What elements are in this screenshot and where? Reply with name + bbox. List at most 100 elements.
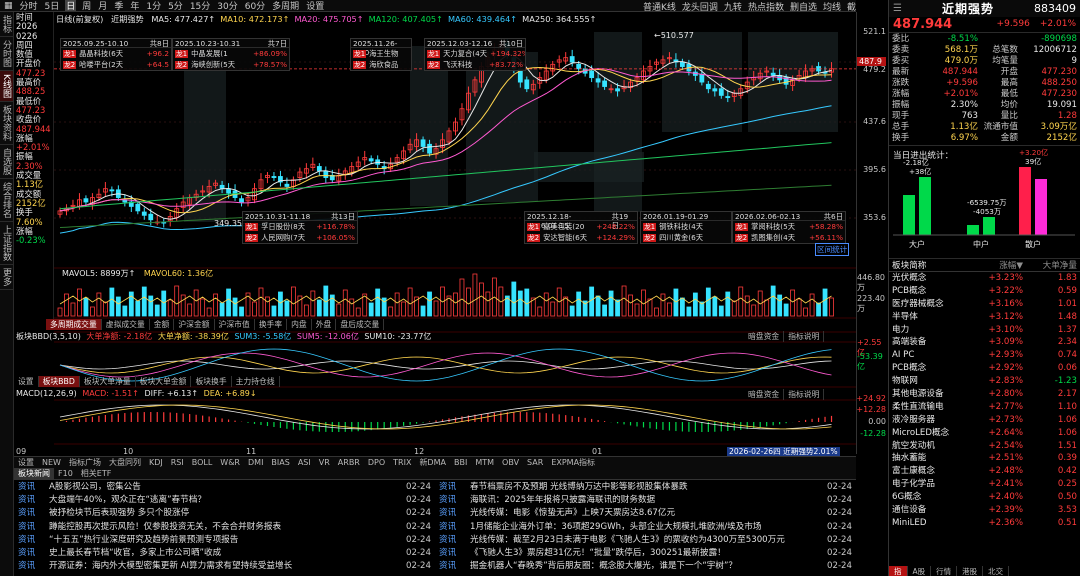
board-name[interactable]: 高端装备 — [892, 336, 977, 349]
news-item[interactable]: 资讯 《飞驰人生3》票房超31亿元！“批量”跌停后，300251最新披露！ 02-2… — [435, 547, 856, 560]
news-item[interactable]: 资讯 史上最长春节档“收官，多家上市公司晒”收成 02-24 — [14, 547, 435, 560]
chart-option-button[interactable]: 九转 — [724, 0, 742, 13]
bbd-explain-button[interactable]: 指标说明 — [784, 331, 825, 342]
indicator-tab[interactable]: BOLL — [188, 458, 217, 467]
indicator-tab[interactable]: MTM — [471, 458, 498, 467]
indicator-tab[interactable]: BBI — [450, 458, 471, 467]
indicator-tab[interactable]: 指标广场 — [65, 457, 105, 468]
board-row[interactable]: MiniLED +2.36% 0.51 — [889, 517, 1080, 530]
indicator-tab[interactable]: NEW — [38, 458, 65, 467]
news-tab[interactable]: 板块新闻 — [14, 468, 54, 479]
news-title[interactable]: 大盘端午40%，观众正在“逃离”春节档？ — [49, 494, 405, 507]
bbd-tab[interactable]: 板块BBD — [38, 376, 80, 387]
news-title[interactable]: 海联讯：2025年年报将只披露海联讯的财务数据 — [470, 494, 826, 507]
board-row[interactable]: PCB概念 +3.22% 0.59 — [889, 285, 1080, 298]
news-item[interactable]: 资讯 海联讯：2025年年报将只披露海联讯的财务数据 02-24 — [435, 494, 856, 507]
chart-option-button[interactable]: 龙头回调 — [682, 0, 718, 13]
period-tab[interactable]: 30分 — [216, 0, 238, 11]
indicator-tab[interactable]: DMI — [244, 458, 267, 467]
sidebar-tab[interactable]: 自选股 — [0, 145, 13, 179]
event-box[interactable]: 2025.10.23-10.31 共7日 龙1 中晶发展(1 +86.09% 龙2 海峡创新… — [172, 38, 290, 71]
sidebar-tab[interactable]: 分时图 — [0, 37, 13, 71]
indicator-tab[interactable]: KDJ — [145, 458, 167, 467]
board-row[interactable]: 通信设备 +2.39% 3.53 — [889, 504, 1080, 517]
volume-tab[interactable]: 外盘 — [312, 319, 337, 330]
news-item[interactable]: 资讯 春节档票房不及预期 光线博纳万达中影等影视股集体暴跌 02-24 — [435, 481, 856, 494]
board-name[interactable]: 通信设备 — [892, 504, 977, 517]
board-row[interactable]: 高端装备 +3.09% 2.34 — [889, 336, 1080, 349]
board-row[interactable]: 6G概念 +2.40% 0.50 — [889, 491, 1080, 504]
indicator-tab[interactable]: ASI — [294, 458, 315, 467]
volume-tab[interactable]: 金额 — [150, 319, 175, 330]
period-tab[interactable]: 分时 — [19, 0, 39, 11]
board-row[interactable]: 电子化学品 +2.41% 0.25 — [889, 478, 1080, 491]
news-item[interactable]: 资讯 “十五五”热行业深度研究及趋势前景预测专项报告 02-24 — [14, 534, 435, 547]
board-row[interactable]: MicroLED概念 +2.64% 1.06 — [889, 427, 1080, 440]
volume-tab[interactable]: 换手率 — [255, 319, 288, 330]
indicator-tab[interactable]: 设置 — [14, 457, 38, 468]
sidebar-tab[interactable]: 更多 — [0, 265, 13, 290]
board-col-name[interactable]: 板块简称 — [892, 260, 977, 271]
event-box[interactable]: 2025.09.25-10.10 共8日 龙1 晶晶科技(6天 +96.2 龙2 哈喽平台(… — [60, 38, 172, 71]
board-row[interactable]: 液冷服务器 +2.73% 1.06 — [889, 414, 1080, 427]
event-box[interactable]: 2025.12.18-2026.01.15 共19日 龙1 嘉美包装(20 +248.2… — [524, 211, 638, 244]
news-item[interactable]: 资讯 开源证券：海内外大模型密集更新 AI算力需求有望持续受益增长 02-24 — [14, 560, 435, 573]
board-name[interactable]: 物联网 — [892, 375, 977, 388]
news-title[interactable]: 史上最长春节档“收官，多家上市公司晒”收成 — [49, 547, 405, 560]
news-title[interactable]: 春节档票房不及预期 光线博纳万达中影等影视股集体暴跌 — [470, 481, 826, 494]
news-item[interactable]: 资讯 光线传媒：截至2月23日未满于电影《飞驰人生3》的票收约为4300万至530… — [435, 534, 856, 547]
market-tab[interactable]: 指 — [889, 566, 908, 576]
bbd-tab[interactable]: 板块换手 — [191, 376, 232, 387]
news-title[interactable]: 掘金机器人“春晚秀”背后朋友圈：概念股大爆光，谁是下一个“宇树”？ — [470, 560, 826, 573]
board-row[interactable]: 航空发动机 +2.54% 1.51 — [889, 440, 1080, 453]
market-tab[interactable]: 北交 — [983, 566, 1010, 576]
chart-option-button[interactable]: 普通K线 — [643, 0, 676, 13]
board-name[interactable]: 航空发动机 — [892, 440, 977, 453]
board-col-flow[interactable]: 大单净量 — [1023, 260, 1077, 271]
sidebar-tab[interactable]: 板块资料 — [0, 102, 13, 145]
sidebar-tab[interactable]: 上证指数 — [0, 222, 13, 265]
period-tab[interactable]: 日 — [65, 0, 77, 11]
news-title[interactable]: 1月储能企业海外订单：36项超29GWh，头部企业大规模扎堆欧洲/埃及市场 — [470, 521, 826, 534]
news-title[interactable]: 被抒检块节后表现强势 多只个股涨停 — [49, 507, 405, 520]
board-row[interactable]: 其他电源设备 +2.80% 2.17 — [889, 388, 1080, 401]
news-title[interactable]: “十五五”热行业深度研究及趋势前景预测专项报告 — [49, 534, 405, 547]
board-row[interactable]: 物联网 +2.83% -1.23 — [889, 375, 1080, 388]
board-row[interactable]: AI PC +2.93% 0.74 — [889, 349, 1080, 362]
board-name[interactable]: 液冷服务器 — [892, 414, 977, 427]
board-row[interactable]: 抽水蓄能 +2.51% 0.39 — [889, 452, 1080, 465]
indicator-tab[interactable]: RSI — [167, 458, 188, 467]
board-row[interactable]: 半导体 +3.12% 1.48 — [889, 311, 1080, 324]
event-box[interactable]: 2026.02.06-02.13 共6日 龙1 掌阅科技(5天 +58.28% 龙2 凯图集… — [732, 211, 846, 244]
period-label[interactable]: 日线(前复权) — [56, 14, 103, 24]
board-name[interactable]: MicroLED概念 — [892, 427, 977, 440]
board-name[interactable]: MiniLED — [892, 517, 977, 530]
news-title[interactable]: 开源证券：海内外大模型密集更新 AI算力需求有望持续受益增长 — [49, 560, 405, 573]
zone-stats-button[interactable]: 区间统计 — [815, 243, 850, 256]
board-name[interactable]: 6G概念 — [892, 491, 977, 504]
sidebar-tab[interactable]: 指标 — [0, 12, 13, 37]
news-item[interactable]: 资讯 A股影视公司，密集公告 02-24 — [14, 481, 435, 494]
news-title[interactable]: 蹲能控股再次提示风险！仅参股投资无关，不会合并财务报表 — [49, 521, 405, 534]
indicator-tab[interactable]: VR — [315, 458, 334, 467]
board-row[interactable]: 电力 +3.10% 1.37 — [889, 324, 1080, 337]
news-title[interactable]: 《飞驰人生3》票房超31亿元！“批量”跌停后，300251最新披露！ — [470, 547, 826, 560]
indicator-tab[interactable]: 大盘同列 — [105, 457, 145, 468]
board-name[interactable]: 医疗器械概念 — [892, 298, 977, 311]
board-col-change[interactable]: 涨幅▼ — [977, 260, 1023, 271]
volume-tab[interactable]: 多周期成交量 — [46, 319, 102, 330]
macd-explain-button[interactable]: 指标说明 — [784, 389, 825, 400]
board-name[interactable]: PCB概念 — [892, 285, 977, 298]
period-tab[interactable]: 5分 — [167, 0, 184, 11]
news-tab[interactable]: 相关ETF — [77, 468, 116, 479]
period-tab[interactable]: 周 — [81, 0, 92, 11]
period-tab[interactable]: 1分 — [145, 0, 162, 11]
news-item[interactable]: 资讯 1月储能企业海外订单：36项超29GWh，头部企业大规模扎堆欧洲/埃及市场 0… — [435, 521, 856, 534]
toolbar-grid-icon[interactable]: ▦ — [3, 1, 14, 11]
bbd-darkpool-button[interactable]: 暗盘资金 — [744, 331, 785, 342]
volume-tab[interactable]: 沪深市值 — [215, 319, 255, 330]
volume-tab[interactable]: 盘后成交量 — [336, 319, 385, 330]
chart-option-button[interactable]: 截 — [847, 0, 856, 13]
indicator-tab[interactable]: OBV — [498, 458, 523, 467]
bbd-tab[interactable]: 板块大单净量 — [80, 376, 136, 387]
